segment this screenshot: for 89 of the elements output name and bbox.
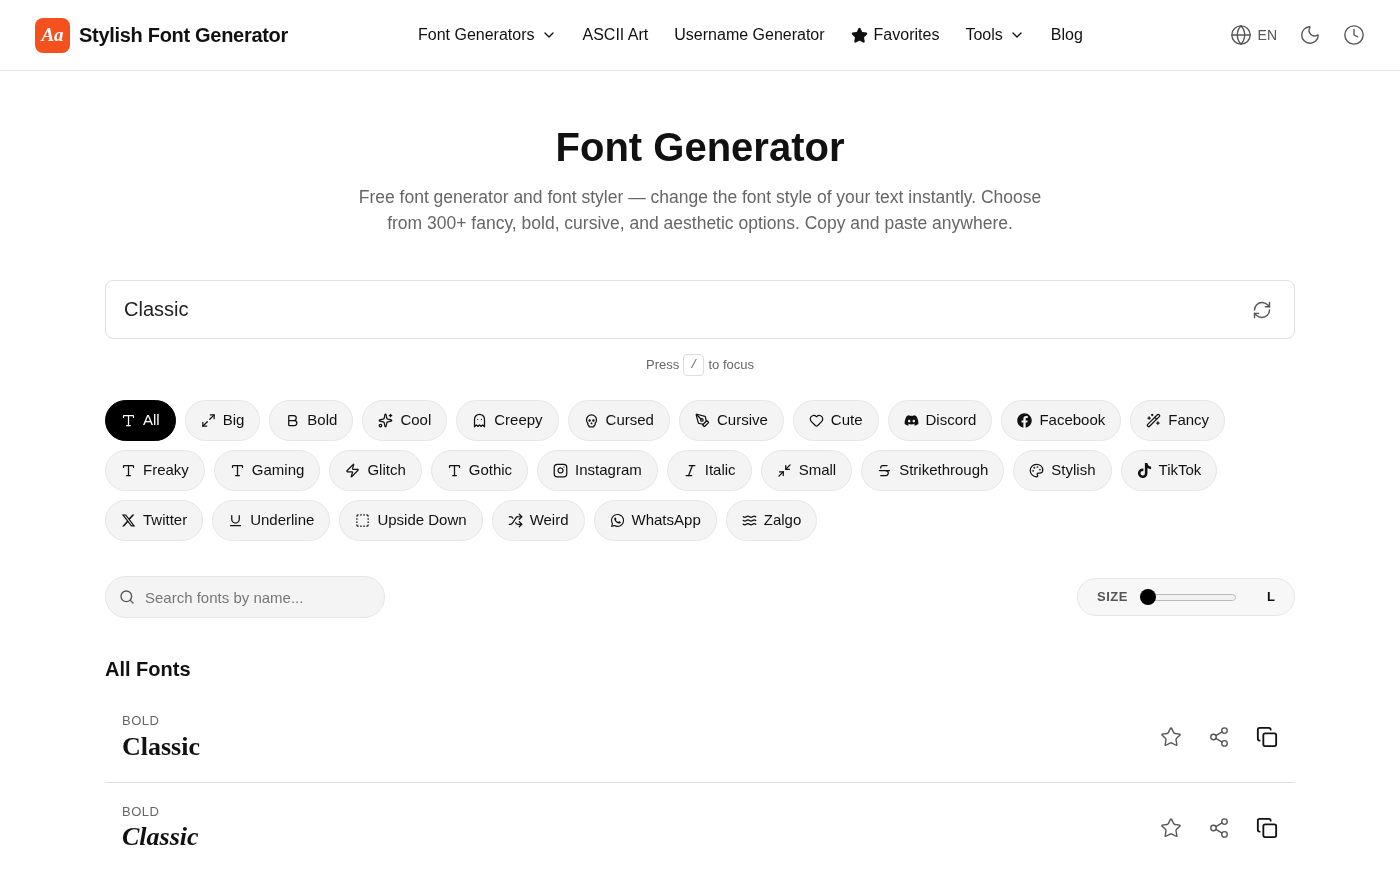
dark-mode-icon[interactable] (1299, 24, 1321, 46)
category-chip[interactable]: Underline (212, 500, 331, 541)
size-label: L (1267, 588, 1275, 607)
nav-link[interactable]: Font Generators (418, 23, 557, 47)
x-icon (121, 513, 136, 528)
category-chip[interactable]: Cool (362, 400, 448, 441)
clock-icon[interactable] (1343, 24, 1365, 46)
expand-arrows-icon (200, 413, 216, 428)
category-chip[interactable]: Cute (792, 400, 879, 441)
share-icon[interactable] (1208, 816, 1230, 839)
category-chip[interactable]: Discord (887, 400, 993, 441)
category-chip[interactable]: Big (184, 400, 261, 441)
facebook-icon (1017, 413, 1033, 428)
waves-icon (741, 513, 757, 528)
font-category-tag: BOLD (122, 711, 200, 731)
magic-wand-icon (1146, 413, 1162, 428)
category-chip[interactable]: Instagram (537, 450, 658, 491)
search-icon (119, 589, 135, 605)
whatsapp-icon (609, 513, 625, 528)
text-input[interactable]: Classic (105, 280, 1295, 339)
text-icon (229, 463, 245, 478)
category-chip[interactable]: Fancy (1130, 400, 1226, 441)
copy-icon[interactable] (1256, 816, 1278, 839)
page-description: Free font generator and font styler — change the font style of your text instantly. Choose from 300+ fancy, bold, cursive, and aesthetic options. Copy and paste anywhere. (357, 186, 1043, 235)
share-icon[interactable] (1208, 726, 1230, 748)
dashed-square-icon (355, 513, 371, 528)
nav-link[interactable]: Tools (965, 23, 1025, 47)
nav-link[interactable]: ASCII Art (582, 23, 649, 47)
category-chip[interactable]: Cursed (567, 400, 670, 441)
slider-thumb[interactable] (1139, 589, 1156, 605)
copy-icon[interactable] (1256, 726, 1278, 748)
text-icon (121, 413, 136, 428)
category-chip[interactable]: Small (760, 450, 853, 491)
tiktok-icon (1136, 463, 1152, 478)
discord-icon (903, 413, 919, 428)
category-chip[interactable]: Italic (666, 450, 752, 491)
text-icon (121, 463, 136, 478)
category-chip[interactable]: Creepy (456, 400, 559, 441)
category-chip[interactable]: Stylish (1013, 450, 1112, 491)
star-icon (850, 26, 868, 44)
category-chip[interactable]: Twitter (105, 500, 204, 541)
category-chip[interactable]: Weird (491, 500, 585, 541)
palette-icon (1029, 463, 1045, 478)
size-slider[interactable] (1139, 589, 1236, 605)
category-chip[interactable]: Gaming (213, 450, 321, 491)
nav-link[interactable]: Username Generator (674, 23, 825, 47)
size-label: SIZE (1097, 588, 1128, 607)
skull-icon (583, 413, 599, 428)
refresh-icon[interactable] (1252, 300, 1272, 320)
category-chip[interactable]: Bold (269, 400, 354, 441)
italic-icon (682, 463, 698, 478)
category-chip[interactable]: Freaky (105, 450, 205, 491)
lightning-icon (345, 463, 361, 478)
search-field[interactable]: Search fonts by name... (105, 576, 385, 618)
category-chip[interactable]: All (105, 400, 176, 441)
nav-link[interactable]: Favorites (850, 23, 940, 47)
hint-text: to focus (708, 356, 754, 375)
favorite-icon[interactable] (1160, 726, 1182, 748)
category-chip[interactable]: TikTok (1120, 450, 1218, 491)
hint-text: Press (646, 356, 680, 375)
heart-icon (808, 413, 824, 428)
nav-link[interactable]: Blog (1050, 23, 1083, 47)
category-chip[interactable]: Facebook (1001, 400, 1122, 441)
font-sample: Classic (122, 730, 200, 763)
instagram-icon (553, 463, 569, 478)
category-chip[interactable]: Zalgo (725, 500, 818, 541)
language-button[interactable]: EN (1229, 24, 1277, 46)
category-chip[interactable]: Strikethrough (861, 450, 1005, 491)
category-chip[interactable]: Upside Down (339, 500, 483, 541)
category-chip[interactable]: WhatsApp (593, 500, 717, 541)
sparkles-icon (378, 413, 394, 428)
strikethrough-icon (877, 463, 893, 478)
shrink-arrows-icon (776, 463, 792, 478)
pen-icon (694, 413, 710, 428)
ghost-icon (472, 413, 488, 428)
category-chip[interactable]: Cursive (678, 400, 784, 441)
text-icon (446, 463, 462, 478)
shuffle-icon (507, 513, 523, 528)
font-category-tag: BOLD (122, 801, 199, 822)
category-chip[interactable]: Glitch (329, 450, 422, 491)
underline-icon (228, 513, 244, 528)
globe-icon (1229, 24, 1252, 46)
font-sample: Classic (122, 821, 199, 854)
keyboard-key: / (683, 354, 705, 376)
brand-name: Stylish Font Generator (79, 23, 288, 48)
category-chip[interactable]: Gothic (430, 450, 529, 491)
page-title: Font Generator (554, 124, 846, 171)
favorite-icon[interactable] (1160, 816, 1182, 839)
section-title: All Fonts (105, 657, 192, 682)
